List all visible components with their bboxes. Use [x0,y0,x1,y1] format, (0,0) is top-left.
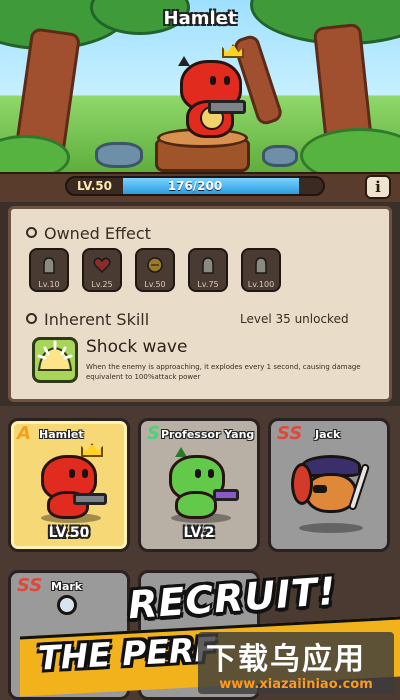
rock [262,145,298,167]
inherent-skill-title: Inherent Skill [44,310,150,329]
hero-card-name: Jack [315,428,341,441]
gun-icon [208,100,246,114]
info-icon: i [375,178,381,196]
hero-name-title: Hamlet [163,8,237,29]
rank-badge: SS [277,423,303,444]
skill-unlock-text: Level 35 unlocked [240,312,349,326]
experience-bar: LV.50 176/200 [65,176,325,196]
info-button[interactable]: i [365,175,391,199]
dino-spike [178,56,190,66]
dino-eye [69,469,75,478]
coin-icon [147,257,163,273]
gun-icon [73,493,107,505]
effect-slot-level: Lv.25 [91,280,113,289]
rank-badge: A [17,423,31,444]
hero-card-name: Mark [51,580,83,593]
effect-slot[interactable]: Lv.25 [82,248,122,292]
hero-portrait [161,447,251,519]
skill-burst-graphic [37,340,73,371]
effect-slot[interactable]: Lv.10 [29,248,69,292]
tombstone-icon [43,257,55,274]
effect-slot[interactable]: Lv.50 [135,248,175,292]
bullet-icon [26,227,37,238]
watermark-text: 下载乌应用 [206,642,366,677]
dino-eye [224,76,230,85]
hero-card-name: Hamlet [39,428,84,441]
ray-gun-icon [213,489,239,501]
level-label: LV.50 [77,179,112,193]
hero-card-name: Professor Yang [161,428,255,441]
effect-slot[interactable]: Lv.75 [188,248,228,292]
hero-showcase-scene: Hamlet [0,0,400,172]
bush [300,128,400,172]
pirate-portrait [291,455,371,525]
skill-name: Shock wave [86,337,188,357]
owned-effect-heading: Owned Effect [26,224,151,243]
dino-eye [208,469,214,478]
effect-slot-level: Lv.100 [247,280,275,289]
effect-slot-level: Lv.10 [38,280,60,289]
owned-effect-slots: Lv.10 Lv.25 Lv.50 Lv.75 Lv.100 [25,248,285,296]
hero-card-hamlet[interactable]: A Hamlet LV.50 [8,418,130,552]
hero-card-jack[interactable]: SS Jack [268,418,390,552]
crown-icon [81,443,103,457]
effect-slot-level: Lv.75 [197,280,219,289]
inherent-skill-heading: Inherent Skill [26,310,149,329]
effect-slot[interactable]: Lv.100 [241,248,281,292]
pirate-hair [291,463,313,505]
dino-eye [82,469,88,478]
rank-badge: S [147,423,160,444]
hero-card-level: LV.2 [183,525,215,541]
skill-description: When the enemy is approaching, it explod… [86,363,361,381]
dino-eye [210,76,216,85]
helmet-icon [57,595,77,615]
rank-badge: SS [17,575,43,596]
dino-eye [195,469,201,478]
heart-icon [93,257,111,274]
rock [95,142,143,168]
hero-card-level: LV.50 [48,525,90,541]
experience-text: 176/200 [167,179,223,193]
hero-card-professor-yang[interactable]: S Professor Yang LV.2 [138,418,260,552]
eyepatch-icon [313,485,327,493]
watermark-url: www.xiazaiiniao.com [219,677,373,692]
tombstone-icon [202,257,214,274]
bullet-icon [26,313,37,324]
dino-body [175,491,217,519]
hero-character-hamlet[interactable] [170,44,250,138]
tombstone-icon [255,257,267,274]
shock-wave-icon [32,337,78,383]
watermark: 下载乌应用 www.xiazaiiniao.com [198,632,394,694]
effect-slot-level: Lv.50 [144,280,166,289]
hero-portrait [33,443,113,519]
owned-effect-title: Owned Effect [44,224,151,243]
